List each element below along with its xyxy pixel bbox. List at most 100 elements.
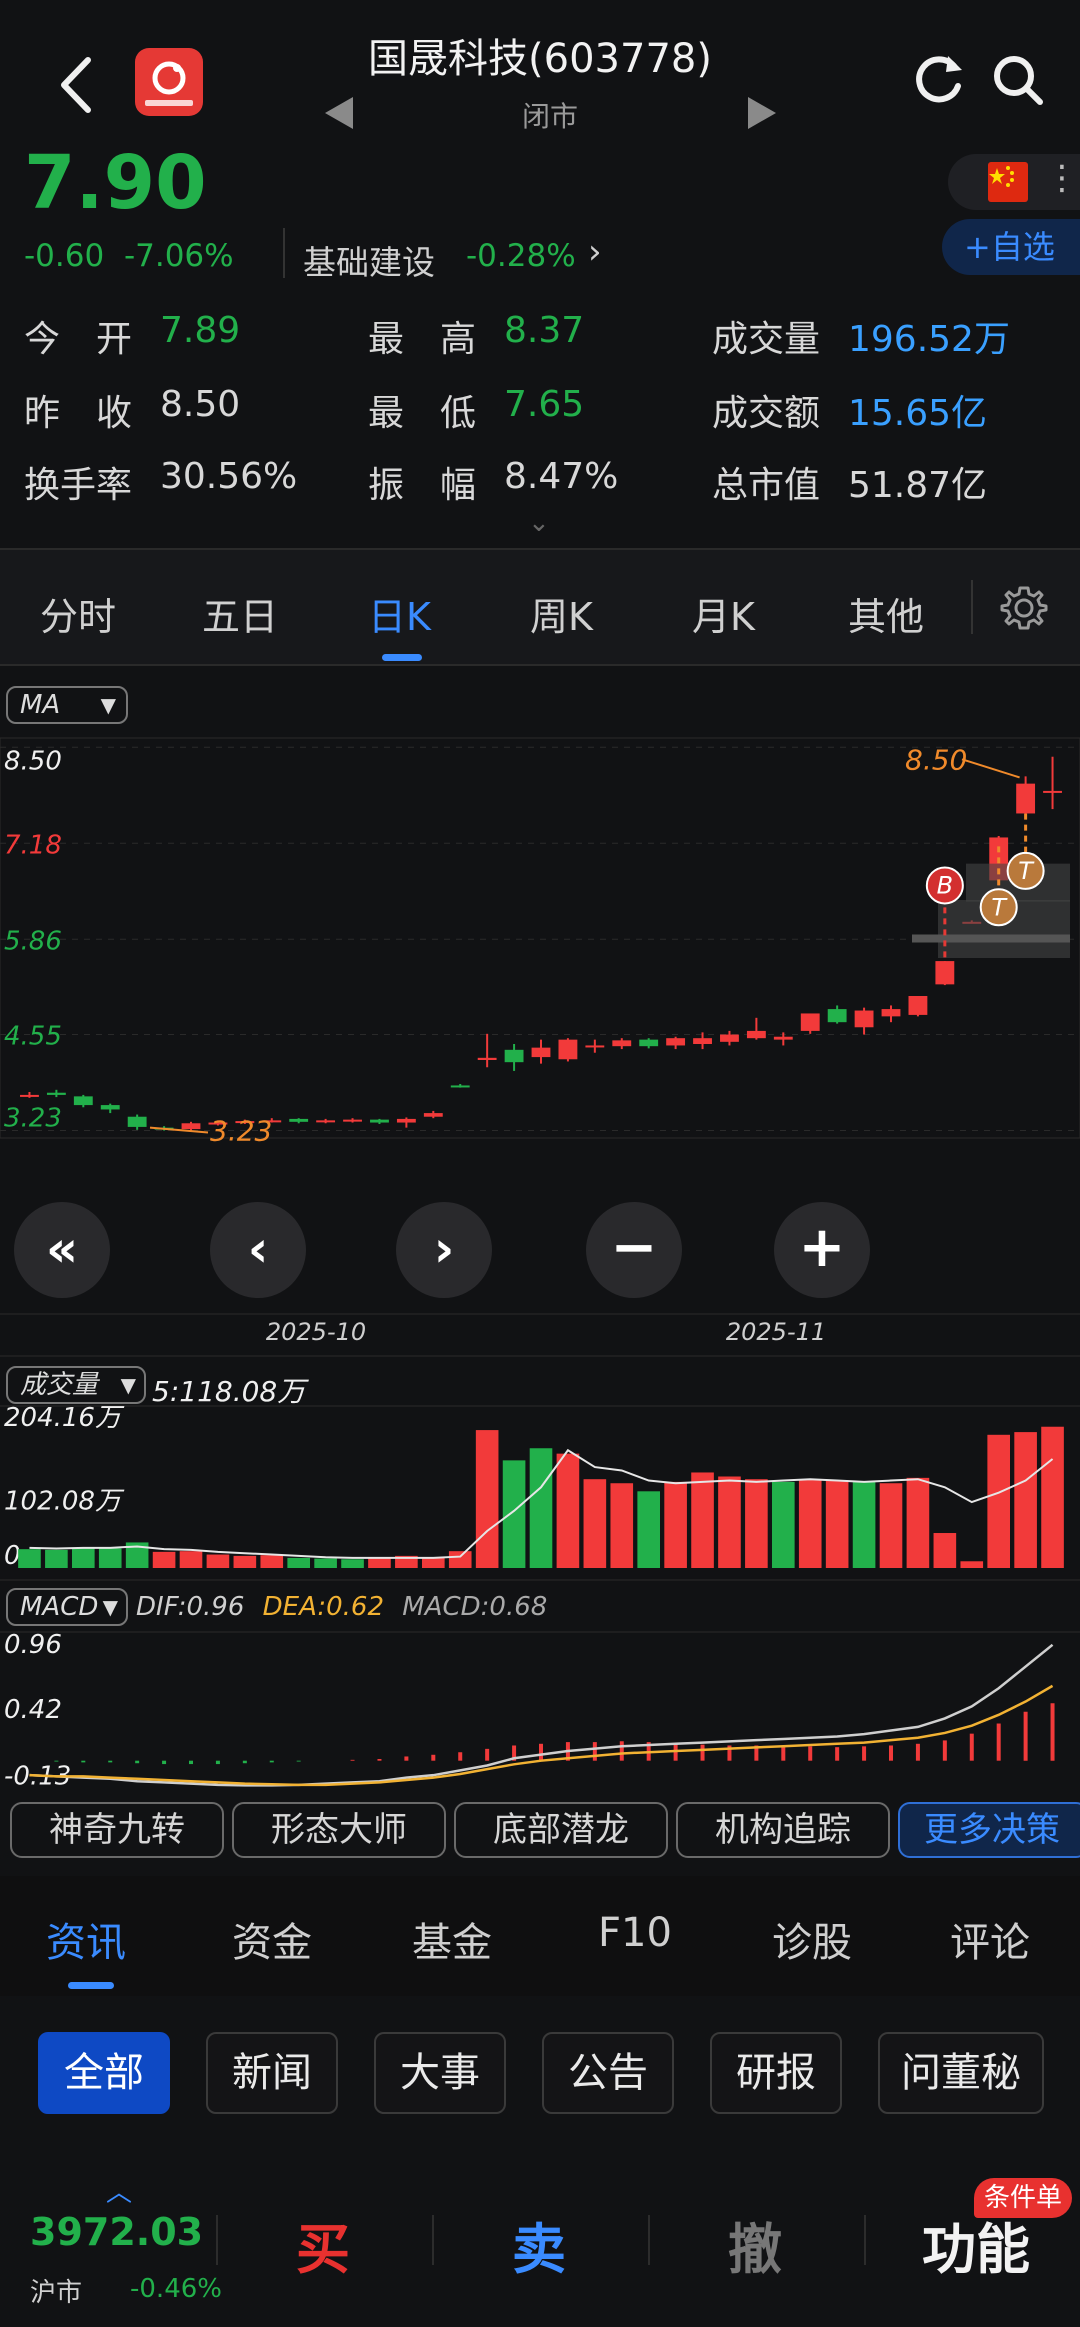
- candle-body: [693, 1038, 712, 1044]
- volume-bar: [852, 1481, 876, 1568]
- volume-bar: [691, 1472, 714, 1568]
- dea-line: [29, 1684, 1054, 1787]
- strategy-button[interactable]: 神奇九转: [10, 1802, 224, 1858]
- gear-icon[interactable]: [998, 582, 1050, 634]
- volume-bar: [987, 1434, 1010, 1568]
- candle-body: [854, 1010, 874, 1028]
- buy-marker-label: B: [937, 871, 953, 899]
- sector-name[interactable]: 基础建设: [303, 236, 435, 284]
- zoom-out-icon[interactable]: −: [586, 1202, 682, 1298]
- news-tab[interactable]: 评论: [950, 1910, 1030, 1968]
- volume-bar: [879, 1483, 903, 1568]
- macd-indicator-label: MACD: [20, 1592, 99, 1622]
- chevron-down-icon[interactable]: ⌄: [528, 508, 550, 538]
- search-icon[interactable]: [990, 52, 1046, 108]
- candle-body: [935, 961, 955, 985]
- sector-change[interactable]: -0.28%: [466, 238, 576, 274]
- ma-indicator-select[interactable]: MA ▼: [6, 686, 128, 724]
- news-tab[interactable]: 诊股: [772, 1910, 852, 1968]
- add-watchlist-button[interactable]: +自选: [942, 219, 1080, 275]
- tab-minute[interactable]: 分时: [40, 586, 116, 641]
- divider: [971, 580, 973, 634]
- cancel-order-button[interactable]: 撤: [728, 2205, 782, 2284]
- volume-bar: [152, 1551, 176, 1568]
- chevron-right-icon[interactable]: ›: [588, 232, 602, 272]
- volume-bar: [98, 1548, 122, 1568]
- volume-ma-label: 5:118.08万: [152, 1375, 306, 1408]
- divider: [283, 228, 285, 278]
- news-tab[interactable]: 资金: [232, 1910, 312, 1968]
- volume-indicator-select[interactable]: 成交量 ▼: [6, 1366, 146, 1404]
- buy-button[interactable]: 买: [296, 2205, 350, 2284]
- candle-body: [181, 1123, 201, 1130]
- candle-body: [531, 1047, 551, 1058]
- filter-chip[interactable]: 大事: [374, 2032, 506, 2114]
- filter-chip[interactable]: 新闻: [206, 2032, 338, 2114]
- macd-values: DIF:0.96 DEA:0.62 MACD:0.68: [136, 1592, 547, 1622]
- filter-chip[interactable]: 公告: [542, 2032, 674, 2114]
- candle-body: [396, 1118, 416, 1123]
- next-icon[interactable]: ›: [396, 1202, 492, 1298]
- change-value: -0.60: [24, 238, 105, 274]
- volume-bar: [610, 1483, 634, 1568]
- volume-bar: [233, 1555, 257, 1568]
- zoom-in-icon[interactable]: +: [774, 1202, 870, 1298]
- filter-chip[interactable]: 全部: [38, 2032, 170, 2114]
- sell-marker-label: T: [1018, 857, 1035, 885]
- volume-bar: [72, 1547, 95, 1568]
- dea-value: DEA:0.62: [262, 1592, 385, 1622]
- stat-label: 振 幅: [368, 465, 477, 506]
- kline-chart-area[interactable]: 8.50 7.18 5.86 4.55 3.23 8.50 3.23 B TT « ‹ › − +2025…: [0, 730, 1080, 1790]
- volume-bar: [664, 1481, 687, 1568]
- candle-body: [800, 1013, 820, 1031]
- rewind-icon[interactable]: «: [14, 1202, 110, 1298]
- index-value[interactable]: 3972.03: [30, 2210, 203, 2254]
- stat-value: 7.65: [504, 384, 585, 425]
- filter-chip[interactable]: 问董秘: [878, 2032, 1044, 2114]
- stat-label: 昨 收: [24, 393, 133, 434]
- tab-five-day[interactable]: 五日: [202, 586, 278, 641]
- volume-bar: [368, 1557, 391, 1568]
- prev-stock-arrow-icon[interactable]: [325, 97, 353, 129]
- strategy-button[interactable]: 机构追踪: [676, 1802, 890, 1858]
- candle-body: [343, 1119, 362, 1122]
- prev-icon[interactable]: ‹: [210, 1202, 306, 1298]
- volume-bar: [906, 1477, 930, 1568]
- low-price-label: 3.23: [210, 1115, 272, 1148]
- x-tick-label: 2025-10: [266, 1318, 366, 1346]
- refresh-icon[interactable]: [910, 52, 966, 108]
- filter-chip[interactable]: 研报: [710, 2032, 842, 2114]
- tab-other[interactable]: 其他: [848, 586, 924, 641]
- next-stock-arrow-icon[interactable]: [748, 97, 776, 129]
- index-change: -0.46%: [130, 2274, 222, 2304]
- macd-indicator-select[interactable]: MACD ▼: [6, 1588, 128, 1626]
- volume-bar: [502, 1460, 526, 1568]
- strategy-button[interactable]: 更多决策: [898, 1802, 1080, 1858]
- candle-body: [666, 1038, 686, 1046]
- tab-daily-k[interactable]: 日K: [368, 586, 431, 641]
- y-tick-label: 8.50: [4, 746, 62, 776]
- y-tick-label: 5.86: [4, 926, 62, 956]
- high-label-leader: [961, 758, 1020, 779]
- conditional-order-badge[interactable]: 条件单: [974, 2178, 1073, 2218]
- candle-body: [881, 1009, 901, 1017]
- volume-bar: [475, 1430, 499, 1568]
- news-tab[interactable]: 资讯: [46, 1910, 126, 1968]
- stat-label: 总市值: [712, 465, 821, 506]
- sell-button[interactable]: 卖: [512, 2205, 566, 2284]
- china-flag-icon: [988, 162, 1028, 202]
- back-icon[interactable]: [52, 50, 102, 120]
- tab-monthly-k[interactable]: 月K: [692, 586, 755, 641]
- chevron-up-icon[interactable]: ︿: [106, 2172, 132, 2209]
- more-vertical-icon[interactable]: ⋮: [1045, 158, 1079, 198]
- candle-body: [504, 1049, 524, 1063]
- news-tab[interactable]: F10: [598, 1910, 672, 1956]
- candle-body: [46, 1092, 66, 1095]
- tab-weekly-k[interactable]: 周K: [530, 586, 593, 641]
- strategy-button[interactable]: 形态大师: [232, 1802, 446, 1858]
- current-price: 7.90: [24, 140, 207, 226]
- volume-bar: [583, 1479, 607, 1568]
- news-tab[interactable]: 基金: [412, 1910, 492, 1968]
- strategy-button[interactable]: 底部潜龙: [454, 1802, 668, 1858]
- volume-bar: [341, 1559, 364, 1568]
